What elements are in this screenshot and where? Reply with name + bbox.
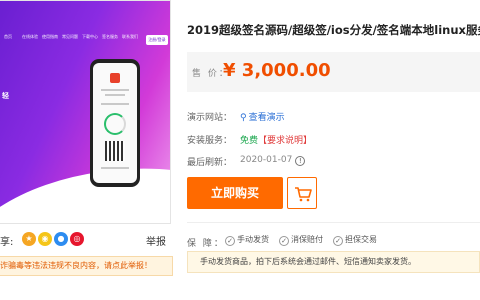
- shipping-info: 手动发货商品，拍下后系统会通过邮件、短信通知卖家发货。: [187, 251, 480, 273]
- hero-nav-item: 联系我们: [122, 34, 138, 39]
- demo-label: 演示网站：: [187, 113, 233, 123]
- hero-slogan: 轻: [2, 92, 9, 100]
- hero-nav-item: 签名服务: [102, 34, 118, 39]
- install-label: 安装服务：: [187, 136, 233, 146]
- product-info: 2019超级签名源码/超级签/ios分发/签名端本地linux服务 售 价： ¥…: [187, 0, 480, 300]
- weibo-icon[interactable]: ◎: [70, 232, 84, 246]
- demo-row: 演示网站： ⚲ 查看演示: [187, 110, 285, 123]
- hero-nav-item: 首页: [4, 34, 12, 39]
- guarantee-label: 保 障：: [187, 239, 225, 249]
- updated-label: 最后刷新：: [187, 158, 233, 168]
- hero-wave-decoration: [0, 150, 170, 223]
- demo-link[interactable]: ⚲ 查看演示: [240, 110, 285, 123]
- wechat-icon[interactable]: ◉: [38, 232, 52, 246]
- search-icon: ⚲: [240, 113, 247, 123]
- install-requirements-link[interactable]: 【要求说明】: [258, 136, 312, 146]
- updated-value: 2020-01-07!: [240, 155, 306, 166]
- guarantee-tag: ✓ 消保赔付: [279, 234, 323, 246]
- progress-ring-icon: [104, 113, 126, 135]
- updated-row: 最后刷新： 2020-01-07!: [187, 155, 306, 168]
- qr-code-icon: [105, 141, 125, 161]
- placeholder-line: [105, 94, 125, 96]
- hero-nav-item: 常见问题: [62, 34, 78, 39]
- check-icon: ✓: [333, 236, 343, 246]
- guarantee-text: 担保交易: [345, 235, 377, 244]
- placeholder-line: [101, 167, 129, 169]
- qzone-icon[interactable]: ★: [22, 232, 36, 246]
- cart-icon: [295, 187, 312, 202]
- add-to-cart-button[interactable]: [287, 177, 317, 209]
- phone-screen: [93, 63, 137, 183]
- guarantee-text: 手动发货: [237, 235, 269, 244]
- install-free: 免费: [240, 136, 259, 146]
- product-gallery: 首页 在线体验 使用指南 常见问题 下载中心 签名服务 联系我们 注册/登录 轻…: [0, 0, 173, 300]
- app-icon: [110, 73, 120, 83]
- demo-link-text: 查看演示: [248, 113, 285, 123]
- product-main-image[interactable]: 首页 在线体验 使用指南 常见问题 下载中心 签名服务 联系我们 注册/登录 轻: [0, 0, 171, 224]
- info-icon[interactable]: !: [295, 156, 306, 166]
- phone-mockup: [90, 59, 140, 187]
- divider: [187, 222, 480, 223]
- price-value: ¥ 3,000.00: [223, 60, 331, 81]
- report-notice[interactable]: 诈骗毒等违法违规不良内容，请点此举报！: [0, 256, 173, 276]
- guarantee-tag: ✓ 手动发货: [225, 234, 269, 246]
- share-label: 享:: [0, 237, 14, 248]
- placeholder-line: [101, 103, 129, 105]
- check-icon: ✓: [279, 236, 289, 246]
- hero-nav-item: 在线体验: [22, 34, 38, 39]
- install-value: 免费【要求说明】: [240, 133, 312, 146]
- placeholder-line: [101, 89, 129, 91]
- guarantee-tag: ✓ 担保交易: [333, 234, 377, 246]
- hero-nav-item: 下载中心: [82, 34, 98, 39]
- hero-nav-item: 使用指南: [42, 34, 58, 39]
- install-row: 安装服务： 免费【要求说明】: [187, 133, 312, 146]
- report-link[interactable]: 举报: [146, 233, 166, 248]
- price-box: 售 价： ¥ 3,000.00: [187, 52, 480, 92]
- product-title: 2019超级签名源码/超级签/ios分发/签名端本地linux服务: [187, 23, 480, 37]
- hero-login-button: 注册/登录: [146, 35, 168, 45]
- buy-now-button[interactable]: 立即购买: [187, 177, 283, 209]
- qq-icon[interactable]: ●: [54, 232, 68, 246]
- check-icon: ✓: [225, 236, 235, 246]
- updated-date: 2020-01-07: [240, 155, 293, 165]
- guarantee-text: 消保赔付: [291, 235, 323, 244]
